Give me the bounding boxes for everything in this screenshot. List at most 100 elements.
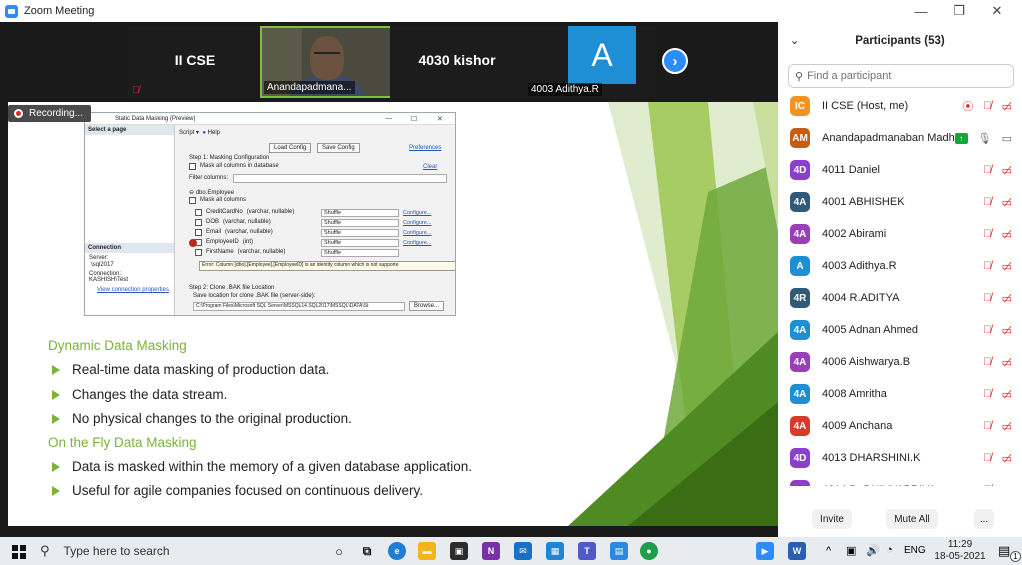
table-label: ⊖ dbo.Employee [189, 190, 235, 196]
video-off-icon[interactable]: ▭̸ [1002, 324, 1012, 337]
participant-item[interactable]: AM Anandapadmanaban Madh... ↑ 🎙 ▭ [778, 122, 1022, 154]
edge-icon[interactable]: e [388, 542, 406, 560]
video-tile-anandapadmana[interactable]: Anandapadmana... [260, 26, 394, 98]
taskbar-clock[interactable]: 11:29 18-05-2021 [930, 539, 990, 563]
mic-off-icon[interactable]: 🎙̸ [983, 452, 991, 464]
video-off-icon[interactable]: ▭̸ [1002, 420, 1012, 433]
word-icon[interactable]: W [788, 542, 806, 560]
mail-icon[interactable]: ✉ [514, 542, 532, 560]
wifi-icon[interactable]: ◔ [886, 544, 893, 556]
mic-off-icon[interactable]: 🎙̸ [983, 484, 991, 486]
mic-off-icon[interactable]: 🎙̸ [983, 292, 991, 304]
participant-item[interactable]: 4A 4001 ABHISHEK 🎙̸ ▭̸ [778, 186, 1022, 218]
video-off-icon[interactable]: ▭̸ [1002, 452, 1012, 465]
minimize-button[interactable]: — [906, 0, 936, 22]
photos-icon[interactable]: ▦ [546, 542, 564, 560]
participant-item[interactable]: IC II CSE (Host, me) ⦿ 🎙̸ ▭̸ [778, 90, 1022, 122]
participant-item[interactable]: 4R 4004 R.ADITYA 🎙̸ ▭̸ [778, 282, 1022, 314]
participant-item[interactable]: 4A 4006 Aishwarya.B 🎙̸ ▭̸ [778, 346, 1022, 378]
calculator-icon[interactable]: ▤ [610, 542, 628, 560]
avatar: 4D [790, 480, 810, 486]
store-icon[interactable]: ▣ [450, 542, 468, 560]
mic-off-icon[interactable]: 🎙̸ [983, 356, 991, 368]
bullet-icon [52, 485, 60, 496]
participant-list[interactable]: IC II CSE (Host, me) ⦿ 🎙̸ ▭̸ AM Anandapadmanab… [778, 90, 1022, 486]
participant-item[interactable]: 4A 4008 Amritha 🎙̸ ▭̸ [778, 378, 1022, 410]
recording-indicator[interactable]: Recording... [8, 105, 91, 122]
mute-all-button[interactable]: Mute All [886, 509, 938, 529]
video-off-icon[interactable]: ▭̸ [1002, 196, 1012, 209]
mic-off-icon[interactable]: 🎙̸ [983, 228, 991, 240]
video-tile-ii-cse[interactable]: II CSE 🎙̸ [128, 26, 262, 98]
participant-item[interactable]: 4D 4013 DHARSHINI.K 🎙̸ ▭̸ [778, 442, 1022, 474]
video-off-icon[interactable]: ▭̸ [1002, 388, 1012, 401]
participant-item[interactable]: 4D 4014 D. DHIVYAPRIYA 🎙̸ ▭̸ [778, 474, 1022, 486]
column-name: Email [206, 229, 222, 235]
participant-item[interactable]: 4D 4011 Daniel 🎙̸ ▭̸ [778, 154, 1022, 186]
masking-fn-select: Shuffle [321, 229, 399, 237]
mic-off-icon[interactable]: 🎙̸ [983, 260, 991, 272]
chrome-icon[interactable]: ● [640, 542, 658, 560]
server-value: \sql2017 [91, 262, 114, 268]
tray-overflow-icon[interactable]: ^ [826, 545, 831, 557]
chevron-down-icon[interactable]: ⌄ [790, 34, 799, 47]
mic-off-icon[interactable]: 🎙̸ [983, 388, 991, 400]
slide-bullet: Useful for agile companies focused on co… [52, 483, 423, 498]
notification-icon[interactable]: ▤ [998, 543, 1010, 559]
video-off-icon[interactable]: ▭̸ [1002, 292, 1012, 305]
video-tile-adithya[interactable]: A 4003 Adithya.R [522, 26, 656, 98]
participant-item[interactable]: 4A 4005 Adnan Ahmed 🎙̸ ▭̸ [778, 314, 1022, 346]
mic-off-icon[interactable]: 🎙̸ [983, 164, 991, 176]
participant-item[interactable]: A 4003 Adithya.R 🎙̸ ▭̸ [778, 250, 1022, 282]
video-off-icon[interactable]: ▭̸ [1002, 100, 1012, 113]
task-view-icon[interactable]: ⧉ [358, 542, 376, 560]
close-button[interactable]: ✕ [982, 0, 1012, 22]
video-off-icon[interactable]: ▭̸ [1002, 484, 1012, 487]
zoom-taskbar-icon[interactable]: ▶ [756, 542, 774, 560]
participant-status: 🎙̸ ▭̸ [983, 164, 1012, 177]
windows-start-icon[interactable] [12, 545, 26, 559]
video-off-icon[interactable]: ▭̸ [1002, 260, 1012, 273]
onenote-icon[interactable]: N [482, 542, 500, 560]
file-explorer-icon[interactable]: ▬ [418, 542, 436, 560]
mask-all-db-label: Mask all columns in database [200, 163, 279, 169]
participant-item[interactable]: 4A 4009 Anchana 🎙̸ ▭̸ [778, 410, 1022, 442]
taskbar-search[interactable]: ⚲ Type here to search [40, 537, 170, 565]
mic-off-icon[interactable]: 🎙̸ [983, 196, 991, 208]
video-off-icon[interactable]: ▭̸ [1002, 228, 1012, 241]
tool-restore-icon: ☐ [411, 116, 418, 123]
more-button[interactable]: ... [974, 509, 994, 529]
step2-label: Step 2: Clone .BAK file Location [189, 285, 275, 291]
avatar: AM [790, 128, 810, 148]
participant-search[interactable]: ⚲ [788, 64, 1014, 88]
next-page-button[interactable]: › [662, 48, 688, 74]
search-input[interactable] [807, 70, 988, 82]
participant-status: 🎙̸ ▭̸ [983, 420, 1012, 433]
mic-off-icon[interactable]: 🎙̸ [983, 420, 991, 432]
avatar: 4D [790, 160, 810, 180]
panel-footer: Invite Mute All ... [778, 504, 1022, 534]
filter-field [233, 174, 447, 183]
participant-item[interactable]: 4A 4002 Abirami 🎙̸ ▭̸ [778, 218, 1022, 250]
avatar: A [790, 256, 810, 276]
video-off-icon[interactable]: ▭̸ [1002, 356, 1012, 369]
video-off-icon[interactable]: ▭̸ [1002, 164, 1012, 177]
video-tile-kishor[interactable]: 4030 kishor [390, 26, 524, 98]
teams-icon[interactable]: T [578, 542, 596, 560]
screen-share-icon: ↑ [954, 132, 968, 144]
column-type: (varchar, nullable) [225, 229, 273, 235]
language-indicator[interactable]: ENG [904, 545, 926, 556]
network-icon[interactable]: ▣ [846, 544, 856, 557]
mic-off-icon[interactable]: 🎙̸ [983, 100, 991, 112]
volume-icon[interactable]: 🔊 [866, 544, 880, 557]
mic-off-icon[interactable]: 🎙̸ [983, 324, 991, 336]
column-row: FirstName (varchar, nullable) [195, 249, 285, 256]
checkbox [195, 219, 202, 226]
restore-button[interactable]: ❐ [944, 0, 974, 22]
video-icon[interactable]: ▭ [1002, 132, 1012, 145]
video-person-face [310, 36, 344, 80]
invite-button[interactable]: Invite [812, 509, 852, 529]
mic-icon[interactable]: 🎙 [978, 132, 992, 145]
cortana-icon[interactable]: ○ [330, 542, 348, 560]
bullet-icon [52, 364, 60, 375]
